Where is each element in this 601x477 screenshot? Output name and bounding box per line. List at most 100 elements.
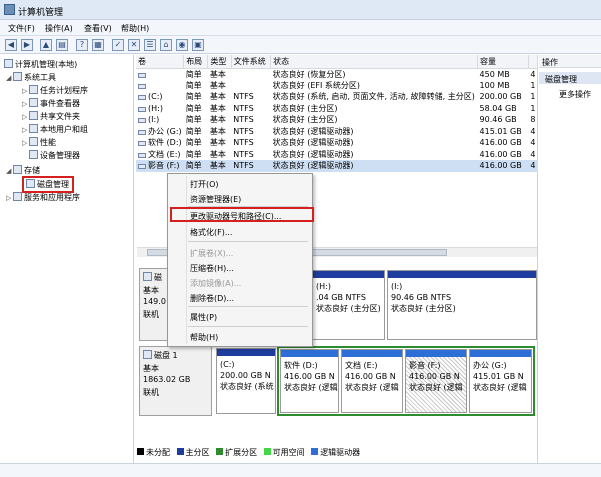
tree-root[interactable]: 计算机管理(本地)	[4, 59, 77, 70]
actions-disk-management[interactable]: 磁盘管理	[539, 72, 601, 84]
tree-local-users[interactable]: ▷ 本地用户和组	[22, 124, 88, 135]
volume-filesystem: NTFS	[233, 161, 254, 171]
volume-row[interactable]: (C:) 简单 基本 NTFS 状态良好 (系统, 启动, 页面文件, 活动, 故障转储…	[136, 91, 538, 103]
tree-event-viewer[interactable]: ▷ 事件查看器	[22, 98, 80, 109]
volume-row[interactable]: 办公 (G:) 简单 基本 NTFS 状态良好 (逻辑驱动器) 415.01 GB 4	[136, 126, 538, 138]
expand-icon[interactable]: ▷	[22, 100, 29, 108]
view-icon[interactable]: ▣	[192, 39, 204, 51]
disk-1-partition-g[interactable]: 办公 (G:) 415.01 GB N 状态良好 (逻辑	[469, 349, 532, 413]
collapse-icon[interactable]: ◢	[6, 167, 13, 175]
menu-explore[interactable]: 资源管理器(E)	[190, 194, 241, 205]
volume-row[interactable]: 影音 (F:) 简单 基本 NTFS 状态良好 (逻辑驱动器) 416.00 GB 4	[136, 160, 538, 172]
title-bar: 计算机管理	[0, 0, 601, 20]
volume-row[interactable]: 简单 基本 状态良好 (恢复分区) 450 MB 4	[136, 68, 538, 80]
tree-storage[interactable]: ◢ 存储	[6, 165, 40, 176]
disk-0-partition-i[interactable]: (I:) 90.46 GB NTFS 状态良好 (主分区)	[387, 270, 537, 340]
volume-filesystem: NTFS	[233, 103, 254, 113]
menu-separator	[188, 306, 308, 307]
expand-icon[interactable]: ▷	[22, 139, 29, 147]
back-arrow-icon[interactable]: ◀	[5, 39, 17, 51]
menu-delete[interactable]: 删除卷(D)...	[190, 293, 234, 304]
change-drive-letter-highlight	[170, 207, 314, 222]
disk-1-partition-f-selected[interactable]: 影音 (F:) 416.00 GB N 状态良好 (逻辑	[405, 349, 467, 413]
menu-help[interactable]: 帮助(H)	[121, 23, 149, 34]
users-icon	[29, 124, 38, 133]
menu-shrink[interactable]: 压缩卷(H)...	[190, 263, 234, 274]
collapse-icon[interactable]: ◢	[6, 74, 13, 82]
performance-icon	[29, 137, 38, 146]
menu-add-mirror[interactable]: 添加镜像(A)...	[190, 278, 241, 289]
expand-icon[interactable]: ▷	[6, 194, 13, 202]
legend-unallocated-swatch	[137, 448, 144, 455]
col-status[interactable]: 状态	[270, 55, 479, 69]
disk-1-partition-e[interactable]: 文档 (E:) 416.00 GB N 状态良好 (逻辑	[341, 349, 403, 413]
volume-row[interactable]: 软件 (D:) 简单 基本 NTFS 状态良好 (逻辑驱动器) 416.00 GB 4	[136, 137, 538, 149]
properties-icon[interactable]: ▦	[92, 39, 104, 51]
partition-size: 416.00 GB N	[345, 372, 396, 381]
check-icon[interactable]: ✓	[112, 39, 124, 51]
disk-1-info[interactable]: 磁盘 1 基本 1863.02 GB 联机	[139, 346, 212, 416]
tree-system-tools[interactable]: ◢ 系统工具	[6, 72, 56, 83]
disk-1-size: 1863.02 GB	[143, 375, 191, 384]
partition-status: 状态良好 (逻辑	[345, 383, 399, 392]
expand-icon[interactable]: ▷	[22, 87, 29, 95]
legend-logical-swatch	[311, 448, 319, 455]
forward-arrow-icon[interactable]: ▶	[21, 39, 33, 51]
show-tree-icon[interactable]: ▤	[56, 39, 68, 51]
disk-1-partition-c[interactable]: (C:) 200.00 GB N 状态良好 (系统	[216, 348, 276, 414]
volume-name: (I:)	[136, 114, 184, 126]
up-folder-icon[interactable]: ▲	[40, 39, 52, 51]
menu-file[interactable]: 文件(F)	[8, 23, 35, 34]
disk-0-partition-h[interactable]: (H:) .04 GB NTFS 状态良好 (主分区)	[312, 270, 385, 340]
tree-shared-folders[interactable]: ▷ 共享文件夹	[22, 111, 80, 122]
volume-list: 卷 布局 类型 文件系统 状态 容量 简单 基本 状态良好 (恢复分区) 450 MB…	[136, 55, 539, 172]
col-type[interactable]: 类型	[207, 55, 232, 69]
col-filesystem[interactable]: 文件系统	[231, 55, 272, 69]
volume-layout: 简单	[185, 161, 202, 171]
disk-0-info[interactable]: 磁 基本 149.0 联机	[139, 268, 169, 341]
expand-icon[interactable]: ▷	[22, 126, 29, 134]
expand-icon[interactable]: ▷	[22, 113, 29, 121]
disk-1-partition-d[interactable]: 软件 (D:) 416.00 GB N 状态良好 (逻辑	[280, 349, 339, 413]
shared-folder-icon	[29, 111, 38, 120]
tree-task-scheduler[interactable]: ▷ 任务计划程序	[22, 85, 88, 96]
actions-more[interactable]: 更多操作	[559, 89, 591, 100]
menu-help[interactable]: 帮助(H)	[190, 332, 218, 343]
open-folder-icon[interactable]: ⌂	[160, 39, 172, 51]
menu-view[interactable]: 查看(V)	[84, 23, 112, 34]
volume-icon	[138, 95, 146, 101]
volume-icon	[138, 164, 146, 170]
tree-services[interactable]: ▷ 服务和应用程序	[6, 192, 80, 203]
disk-icon	[143, 350, 152, 359]
help-icon[interactable]: ?	[76, 39, 88, 51]
delete-icon[interactable]: ✕	[128, 39, 140, 51]
volume-capacity: 415.01 GB	[479, 126, 522, 136]
search-icon[interactable]: ◉	[176, 39, 188, 51]
menu-format[interactable]: 格式化(F)...	[190, 227, 232, 238]
volume-label: 文档 (E:)	[148, 149, 181, 159]
tools-icon	[13, 72, 22, 81]
volume-row[interactable]: 文档 (E:) 简单 基本 NTFS 状态良好 (逻辑驱动器) 416.00 GB 4	[136, 149, 538, 161]
tree-device-manager[interactable]: 设备管理器	[29, 150, 80, 161]
volume-capacity: 416.00 GB	[479, 161, 522, 171]
properties-sheet-icon[interactable]: ☰	[144, 39, 156, 51]
disk-icon	[143, 272, 152, 281]
tree-performance[interactable]: ▷ 性能	[22, 137, 56, 148]
volume-capacity: 200.00 GB	[479, 92, 522, 102]
col-free[interactable]	[528, 55, 539, 69]
col-volume[interactable]: 卷	[136, 55, 185, 69]
menu-properties[interactable]: 属性(P)	[190, 312, 217, 323]
volume-layout: 简单	[185, 149, 202, 159]
menu-extend[interactable]: 扩展卷(X)...	[190, 248, 233, 259]
volume-capacity: 416.00 GB	[479, 149, 522, 159]
col-capacity[interactable]: 容量	[477, 55, 529, 69]
volume-row[interactable]: 简单 基本 状态良好 (EFI 系统分区) 100 MB 1	[136, 80, 538, 92]
col-layout[interactable]: 布局	[183, 55, 209, 69]
disk-0-name: 磁	[154, 273, 162, 282]
volume-row[interactable]: (H:) 简单 基本 NTFS 状态良好 (主分区) 58.04 GB 1	[136, 103, 538, 115]
volume-filesystem: NTFS	[233, 138, 254, 148]
volume-row[interactable]: (I:) 简单 基本 NTFS 状态良好 (主分区) 90.46 GB 8	[136, 114, 538, 126]
menu-action[interactable]: 操作(A)	[45, 23, 73, 34]
menu-open[interactable]: 打开(O)	[190, 179, 219, 190]
tree-disk-management[interactable]: 磁盘管理	[22, 176, 74, 193]
